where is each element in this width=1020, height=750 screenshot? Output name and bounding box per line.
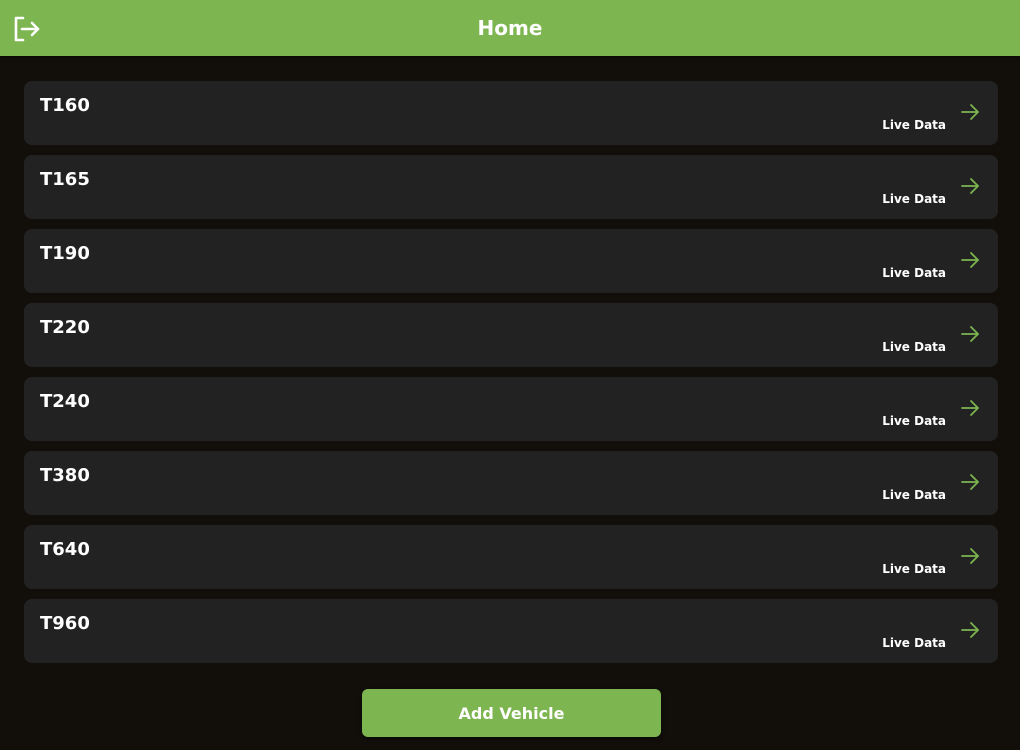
vehicle-card[interactable]: T160 Live Data — [24, 81, 998, 145]
vehicle-card[interactable]: T220 Live Data — [24, 303, 998, 367]
live-data-label: Live Data — [882, 562, 946, 576]
vehicle-name: T220 — [40, 317, 90, 338]
app-bar: Home — [0, 0, 1020, 56]
vehicle-name: T960 — [40, 613, 90, 634]
vehicle-name: T240 — [40, 391, 90, 412]
arrow-right-icon — [961, 622, 979, 638]
vehicle-name: T640 — [40, 539, 90, 560]
vehicle-name: T380 — [40, 465, 90, 486]
live-data-label: Live Data — [882, 192, 946, 206]
vehicle-card[interactable]: T165 Live Data — [24, 155, 998, 219]
arrow-right-icon — [961, 474, 979, 490]
vehicle-name: T190 — [40, 243, 90, 264]
add-vehicle-button[interactable]: Add Vehicle — [362, 689, 661, 737]
live-data-label: Live Data — [882, 266, 946, 280]
live-data-label: Live Data — [882, 488, 946, 502]
live-data-label: Live Data — [882, 118, 946, 132]
arrow-right-icon — [961, 252, 979, 268]
vehicle-card[interactable]: T240 Live Data — [24, 377, 998, 441]
vehicle-name: T165 — [40, 169, 90, 190]
arrow-right-icon — [961, 326, 979, 342]
vehicle-card[interactable]: T380 Live Data — [24, 451, 998, 515]
arrow-right-icon — [961, 400, 979, 416]
arrow-right-icon — [961, 178, 979, 194]
arrow-right-icon — [961, 548, 979, 564]
vehicle-card[interactable]: T640 Live Data — [24, 525, 998, 589]
live-data-label: Live Data — [882, 636, 946, 650]
page-title: Home — [477, 16, 543, 40]
vehicle-name: T160 — [40, 95, 90, 116]
vehicle-card[interactable]: T960 Live Data — [24, 599, 998, 663]
live-data-label: Live Data — [882, 414, 946, 428]
vehicle-list: T160 Live Data T165 Live Data T190 Live … — [24, 81, 998, 673]
vehicle-card[interactable]: T190 Live Data — [24, 229, 998, 293]
live-data-label: Live Data — [882, 340, 946, 354]
arrow-right-icon — [961, 104, 979, 120]
